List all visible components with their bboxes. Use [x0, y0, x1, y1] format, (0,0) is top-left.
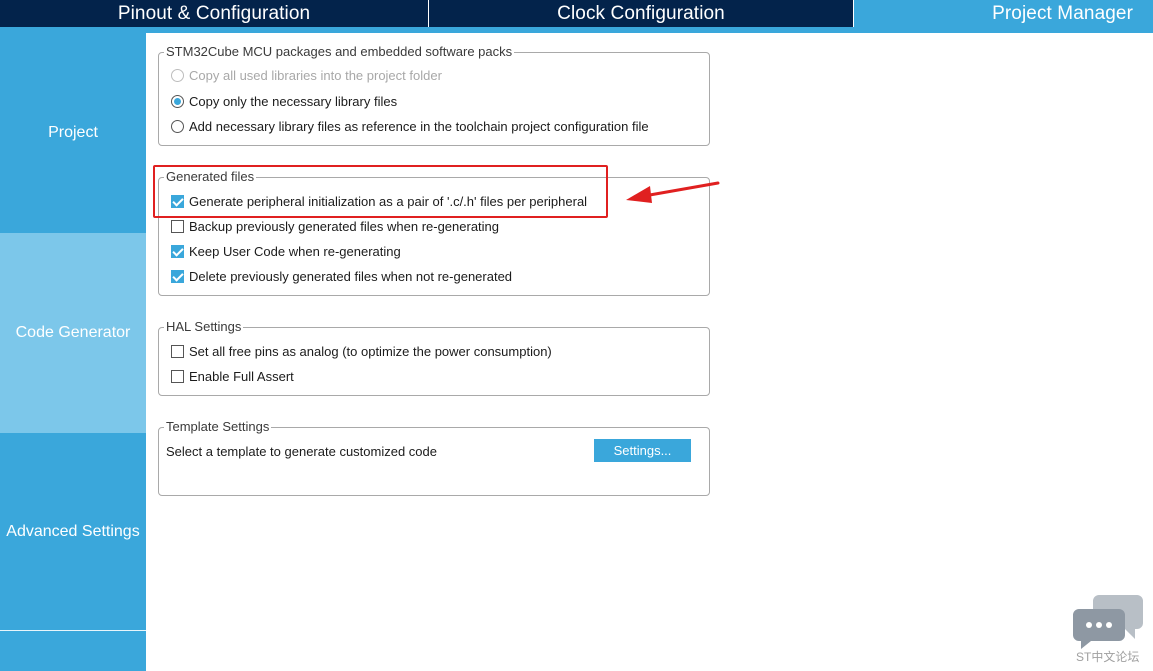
hal-settings-group-title: HAL Settings: [164, 319, 244, 335]
option-label: Backup previously generated files when r…: [189, 218, 500, 234]
checkbox[interactable]: [171, 244, 184, 258]
chat-bubbles-icon: [1073, 595, 1143, 649]
top-tab-bar: Pinout & Configuration Clock Configurati…: [0, 0, 1153, 27]
sidebar-item-project[interactable]: Project: [0, 33, 146, 233]
template-settings-group-title: Template Settings: [164, 419, 272, 435]
option-delete-generated-files[interactable]: Delete previously generated files when n…: [171, 267, 512, 285]
option-label: Delete previously generated files when n…: [189, 268, 513, 284]
radio-button: [171, 68, 184, 82]
checkbox[interactable]: [171, 269, 184, 283]
checkbox[interactable]: [171, 219, 184, 233]
option-label: Add necessary library files as reference…: [189, 118, 649, 134]
checkbox[interactable]: [171, 369, 184, 383]
option-copy-necessary-libraries[interactable]: Copy only the necessary library files: [171, 92, 397, 110]
tab-underline: [0, 27, 1153, 33]
sidebar: Project Code Generator Advanced Settings: [0, 33, 146, 671]
tab-project-manager[interactable]: Project Manager: [854, 0, 1153, 27]
sidebar-divider: [0, 630, 146, 631]
sidebar-item-empty[interactable]: [0, 631, 146, 671]
option-label: Keep User Code when re-generating: [189, 243, 401, 259]
annotation-arrow-icon: [626, 181, 720, 203]
option-backup-generated-files[interactable]: Backup previously generated files when r…: [171, 217, 499, 235]
packages-group: STM32Cube MCU packages and embedded soft…: [158, 44, 710, 146]
annotation-highlight-box: [153, 165, 608, 218]
option-copy-all-libraries: Copy all used libraries into the project…: [171, 66, 442, 84]
option-label: Copy only the necessary library files: [189, 93, 398, 109]
watermark-text: ST中文论坛: [1076, 650, 1140, 664]
option-label: Copy all used libraries into the project…: [189, 67, 442, 83]
template-description: Select a template to generate customized…: [166, 443, 437, 459]
template-settings-button[interactable]: Settings...: [594, 439, 691, 462]
sidebar-item-code-generator[interactable]: Code Generator: [0, 233, 146, 433]
radio-button[interactable]: [171, 94, 184, 108]
sidebar-item-advanced-settings[interactable]: Advanced Settings: [0, 433, 146, 631]
option-free-pins-analog[interactable]: Set all free pins as analog (to optimize…: [171, 342, 552, 360]
tab-clock-configuration[interactable]: Clock Configuration: [429, 0, 853, 27]
checkbox[interactable]: [171, 344, 184, 358]
tab-pinout-configuration[interactable]: Pinout & Configuration: [0, 0, 428, 27]
radio-button[interactable]: [171, 119, 184, 133]
option-label: Enable Full Assert: [189, 368, 294, 384]
packages-group-title: STM32Cube MCU packages and embedded soft…: [164, 44, 515, 60]
hal-settings-group: HAL Settings Set all free pins as analog…: [158, 319, 710, 396]
option-add-library-reference[interactable]: Add necessary library files as reference…: [171, 117, 649, 135]
option-enable-full-assert[interactable]: Enable Full Assert: [171, 367, 294, 385]
option-keep-user-code[interactable]: Keep User Code when re-generating: [171, 242, 401, 260]
option-label: Set all free pins as analog (to optimize…: [189, 343, 552, 359]
template-settings-group: Template Settings Select a template to g…: [158, 419, 710, 496]
